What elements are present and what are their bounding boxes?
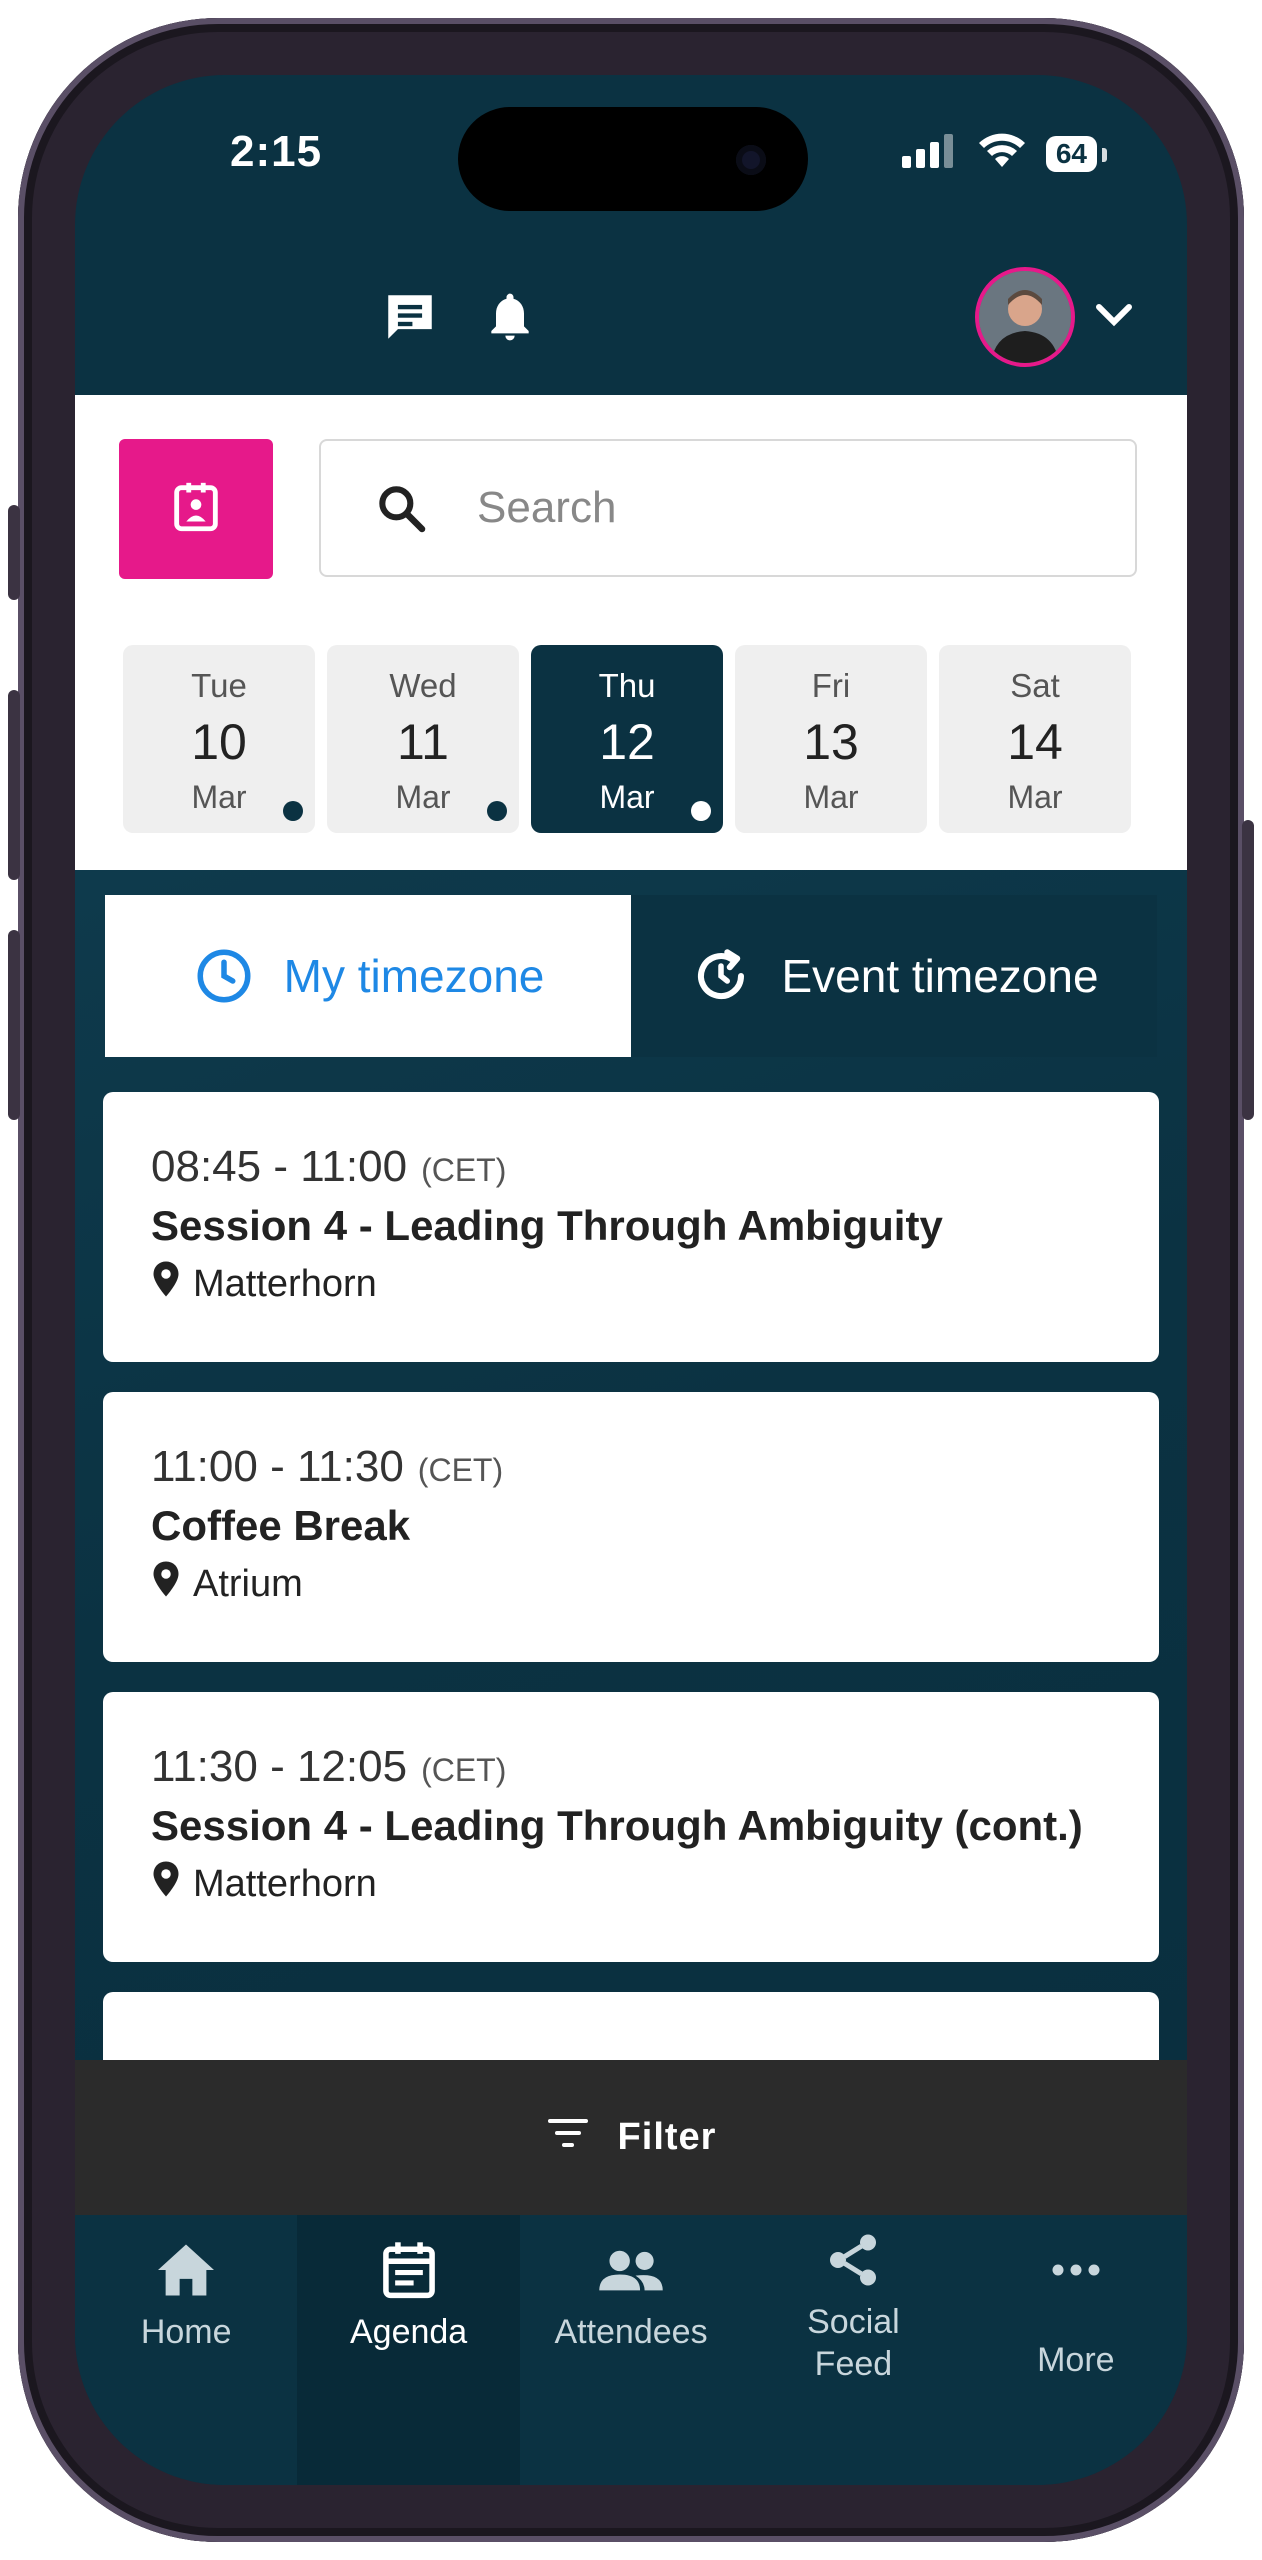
- nav-agenda-label: Agenda: [349, 2313, 468, 2351]
- nav-agenda[interactable]: Agenda: [297, 2215, 520, 2485]
- event-timezone-tab[interactable]: Event timezone: [631, 895, 1157, 1057]
- phone-volume-down-button: [8, 930, 20, 1120]
- chevron-down-icon[interactable]: [1095, 303, 1133, 332]
- date-weekday: Tue: [191, 667, 247, 704]
- session-card[interactable]: 11:00 - 11:30 (CET) Coffee Break Atrium: [103, 1392, 1159, 1662]
- session-list: 08:45 - 11:00 (CET) Session 4 - Leading T…: [103, 1092, 1159, 2102]
- session-title: Coffee Break: [151, 1502, 411, 1549]
- session-time: 08:45 - 11:00: [151, 1142, 408, 1191]
- date-day-number: 10: [191, 714, 247, 770]
- front-camera: [736, 145, 766, 175]
- event-timezone-label: Event timezone: [781, 950, 1099, 1002]
- session-location-name: Matterhorn: [193, 1862, 377, 1905]
- nav-attendees[interactable]: Attendees: [520, 2215, 742, 2485]
- my-timezone-tab[interactable]: My timezone: [105, 895, 631, 1057]
- date-day-number: 14: [1007, 714, 1063, 770]
- has-sessions-dot: [283, 801, 303, 821]
- cellular-signal-icon: [901, 134, 958, 173]
- date-weekday: Sat: [1010, 667, 1060, 704]
- nav-more-label: More: [1037, 2341, 1115, 2379]
- session-card[interactable]: 11:30 - 12:05 (CET) Session 4 - Leading T…: [103, 1692, 1159, 1962]
- session-time: 11:30 - 12:05: [151, 1742, 408, 1791]
- location-pin-icon: [151, 1560, 181, 1608]
- my-badge-button[interactable]: [119, 439, 273, 579]
- my-timezone-label: My timezone: [283, 950, 545, 1002]
- has-sessions-dot: [487, 801, 507, 821]
- status-icons: 64: [901, 133, 1108, 174]
- history-clock-icon: [689, 944, 753, 1008]
- battery-indicator: 64: [1045, 135, 1108, 172]
- filter-button[interactable]: Filter: [75, 2060, 1187, 2215]
- clock-icon: [192, 944, 256, 1008]
- session-title: Session 4 - Leading Through Ambiguity (c…: [151, 1802, 1083, 1849]
- session-timezone: (CET): [421, 1152, 507, 1188]
- avatar[interactable]: [975, 267, 1075, 367]
- search-icon: [373, 478, 433, 538]
- session-card[interactable]: 08:45 - 11:00 (CET) Session 4 - Leading T…: [103, 1092, 1159, 1362]
- session-timezone: (CET): [421, 1752, 507, 1788]
- location-pin-icon: [151, 1260, 181, 1308]
- session-location-name: Atrium: [193, 1562, 303, 1605]
- date-weekday: Wed: [389, 667, 457, 704]
- date-month: Mar: [803, 779, 859, 815]
- agenda-content: My timezone Event timezone 08:45 - 11:00…: [75, 870, 1187, 2072]
- home-icon: [151, 2235, 221, 2305]
- nav-more[interactable]: More: [965, 2215, 1187, 2485]
- phone-action-button: [8, 505, 20, 600]
- badge-calendar-icon: [167, 477, 225, 542]
- notifications-bell-icon[interactable]: [475, 282, 545, 352]
- date-selector: Tue 10 Mar Wed 11 Mar Thu 12 Mar Fri 13 …: [123, 645, 1131, 833]
- date-month: Mar: [191, 779, 247, 815]
- date-fri-13[interactable]: Fri 13 Mar: [735, 645, 927, 833]
- filter-icon: [546, 2116, 590, 2160]
- more-icon: [1041, 2235, 1111, 2305]
- phone-volume-up-button: [8, 690, 20, 880]
- nav-social-feed-label: Social Feed: [807, 2303, 900, 2383]
- date-day-number: 12: [599, 714, 655, 770]
- session-time: 11:00 - 11:30: [151, 1442, 404, 1491]
- date-sat-14[interactable]: Sat 14 Mar: [939, 645, 1131, 833]
- search-box[interactable]: [319, 439, 1137, 577]
- nav-attendees-label: Attendees: [554, 2313, 708, 2351]
- date-month: Mar: [395, 779, 451, 815]
- search-input[interactable]: [475, 482, 1079, 534]
- date-wed-11[interactable]: Wed 11 Mar: [327, 645, 519, 833]
- date-day-number: 11: [397, 714, 449, 770]
- nav-social-feed[interactable]: Social Feed: [742, 2215, 964, 2485]
- search-panel: Tue 10 Mar Wed 11 Mar Thu 12 Mar Fri 13 …: [75, 395, 1187, 870]
- session-timezone: (CET): [417, 1452, 504, 1488]
- messages-icon[interactable]: [375, 282, 445, 352]
- profile-menu[interactable]: [975, 267, 1133, 367]
- date-tue-10[interactable]: Tue 10 Mar: [123, 645, 315, 833]
- date-thu-12[interactable]: Thu 12 Mar: [531, 645, 723, 833]
- nav-home-label: Home: [140, 2313, 232, 2351]
- date-month: Mar: [599, 779, 655, 815]
- session-location: Matterhorn: [151, 1260, 1111, 1308]
- date-month: Mar: [1007, 779, 1063, 815]
- session-location-name: Matterhorn: [193, 1262, 377, 1305]
- timezone-toggle: My timezone Event timezone: [105, 895, 1157, 1057]
- status-bar: 2:15 64: [75, 75, 1187, 245]
- app-header: [75, 245, 1187, 395]
- dynamic-island: [458, 107, 808, 211]
- filter-label: Filter: [617, 2116, 717, 2158]
- date-day-number: 13: [803, 714, 859, 770]
- nav-home[interactable]: Home: [75, 2215, 297, 2485]
- phone-side-button: [1242, 820, 1254, 1120]
- status-time: 2:15: [230, 127, 323, 176]
- session-location: Atrium: [151, 1560, 1111, 1608]
- session-location: Matterhorn: [151, 1860, 1111, 1908]
- wifi-icon: [978, 133, 1026, 174]
- session-title: Session 4 - Leading Through Ambiguity: [151, 1202, 943, 1249]
- date-weekday: Fri: [811, 667, 851, 704]
- date-weekday: Thu: [598, 667, 656, 704]
- location-pin-icon: [151, 1860, 181, 1908]
- bottom-navigation: Home Agenda Attendees Social Feed More: [75, 2215, 1187, 2485]
- app-screen: 2:15 64 Search Tue 10 Mar Wed 11 Mar Thu…: [75, 75, 1187, 2485]
- share-icon: [818, 2225, 888, 2295]
- agenda-icon: [374, 2235, 444, 2305]
- has-sessions-dot: [691, 801, 711, 821]
- attendees-icon: [596, 2235, 666, 2305]
